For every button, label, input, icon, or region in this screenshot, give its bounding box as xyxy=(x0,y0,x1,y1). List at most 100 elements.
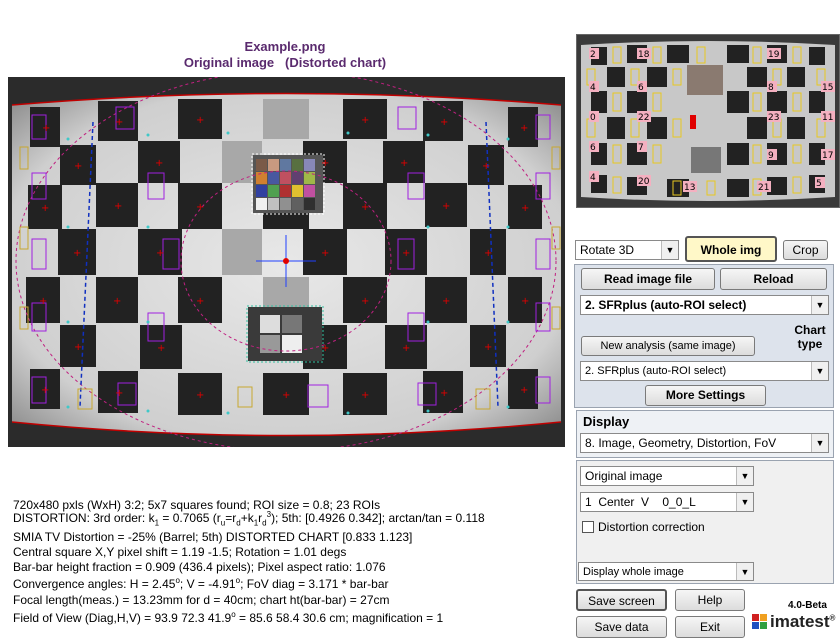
thumb-label: 15 xyxy=(822,83,833,93)
read-image-button[interactable]: Read image file xyxy=(581,268,715,290)
svg-text:+: + xyxy=(39,296,47,307)
results-line-7: Focal length(meas.) = 13.23mm for d = 40… xyxy=(13,593,390,607)
results-line-4: Central square X,Y pixel shift = 1.19 -1… xyxy=(13,545,347,559)
display-select[interactable]: 8. Image, Geometry, Distortion, FoV ▼ xyxy=(580,433,829,453)
thumb-label: 4 xyxy=(590,173,596,183)
svg-text:+: + xyxy=(155,158,163,169)
thumb-label: 11 xyxy=(822,113,833,123)
thumb-label: 8 xyxy=(768,83,774,93)
results-line-2: DISTORTION: 3rd order: k1 = 0.7065 (ru=r… xyxy=(13,510,485,528)
display-select-value: 8. Image, Geometry, Distortion, FoV xyxy=(585,436,777,450)
svg-text:+: + xyxy=(196,296,204,307)
exit-button[interactable]: Exit xyxy=(675,616,745,638)
crop-button[interactable]: Crop xyxy=(783,240,828,260)
center-select[interactable]: 1 Center V 0_0_L ▼ xyxy=(580,492,754,512)
results-line-3: SMIA TV Distortion = -25% (Barrel; 5th) … xyxy=(13,530,413,544)
svg-text:+: + xyxy=(521,296,529,307)
svg-text:+: + xyxy=(41,385,49,396)
svg-text:+: + xyxy=(440,117,448,128)
svg-text:+: + xyxy=(321,248,329,259)
svg-text:+: + xyxy=(442,296,450,307)
chevron-down-icon: ▼ xyxy=(811,434,828,452)
results-line-6: Convergence angles: H = 2.45o; V = -4.91… xyxy=(13,576,389,591)
more-settings-button[interactable]: More Settings xyxy=(645,385,766,406)
results-line-8: Field of View (Diag,H,V) = 93.9 72.3 41.… xyxy=(13,610,444,625)
save-screen-button[interactable]: Save screen xyxy=(576,589,667,611)
image-subtitle: Original image (Distorted chart) xyxy=(183,55,387,70)
help-button[interactable]: Help xyxy=(675,589,745,611)
svg-text:+: + xyxy=(115,117,123,128)
chevron-down-icon: ▼ xyxy=(736,563,753,580)
chevron-down-icon: ▼ xyxy=(736,493,753,511)
thumb-label: 18 xyxy=(638,50,650,60)
thumb-label: 13 xyxy=(684,183,695,193)
registered-mark: ® xyxy=(829,613,836,623)
svg-text:+: + xyxy=(521,203,529,214)
thumb-label: 23 xyxy=(768,113,779,123)
distortion-checkbox-label: Distortion correction xyxy=(598,520,705,534)
display-label: Display xyxy=(583,414,630,429)
thumbnail-svg: 2 18 19 4 6 8 15 0 22 23 11 6 7 9 17 4 2… xyxy=(577,35,839,207)
svg-text:+: + xyxy=(196,390,204,401)
svg-text:+: + xyxy=(361,202,369,213)
new-analysis-button[interactable]: New analysis (same image) xyxy=(581,336,755,356)
svg-text:+: + xyxy=(115,388,123,399)
chevron-down-icon: ▼ xyxy=(661,241,678,259)
thumb-label: 2 xyxy=(590,50,596,60)
thumb-label: 19 xyxy=(768,50,780,60)
thumb-label: 20 xyxy=(638,177,650,187)
svg-text:+: + xyxy=(196,202,204,213)
svg-text:+: + xyxy=(402,248,410,259)
distorted-chart-svg: + + + + + + + + + + + + + + + + + + + + + + + + + + + + + + + + + +… xyxy=(8,77,565,447)
svg-text:+: + xyxy=(361,115,369,126)
chart-type-label: Chart type xyxy=(794,323,826,351)
chevron-down-icon: ▼ xyxy=(811,362,828,380)
svg-text:+: + xyxy=(361,390,369,401)
svg-text:+: + xyxy=(484,342,492,353)
display-mode-select-value: Display whole image xyxy=(583,566,684,578)
svg-text:+: + xyxy=(74,342,82,353)
chevron-down-icon: ▼ xyxy=(811,296,828,314)
image-select-value: Original image xyxy=(585,469,663,483)
results-line-5: Bar-bar height fraction = 0.909 (436.4 p… xyxy=(13,560,386,574)
reload-button[interactable]: Reload xyxy=(720,268,827,290)
svg-text:+: + xyxy=(321,158,329,169)
whole-img-button[interactable]: Whole img xyxy=(685,236,777,262)
color-patch-area xyxy=(251,153,325,215)
svg-text:+: + xyxy=(321,343,329,354)
chart-type-select[interactable]: 2. SFRplus (auto-ROI select) ▼ xyxy=(580,361,829,381)
svg-text:+: + xyxy=(41,203,49,214)
svg-text:+: + xyxy=(282,390,290,401)
svg-text:+: + xyxy=(114,201,122,212)
module-select-value: 2. SFRplus (auto-ROI select) xyxy=(585,298,747,312)
image-select[interactable]: Original image ▼ xyxy=(580,466,754,486)
distortion-checkbox[interactable] xyxy=(582,521,594,533)
center-target xyxy=(246,305,324,363)
svg-text:+: + xyxy=(73,248,81,259)
svg-text:+: + xyxy=(484,248,492,259)
svg-text:+: + xyxy=(402,343,410,354)
module-select[interactable]: 2. SFRplus (auto-ROI select) ▼ xyxy=(580,295,829,315)
rotate-select[interactable]: Rotate 3D ▼ xyxy=(575,240,679,260)
thumb-label: 0 xyxy=(590,113,596,123)
svg-text:+: + xyxy=(157,343,165,354)
main-chart-image[interactable]: + + + + + + + + + + + + + + + + + + + + + + + + + + + + + + + + + +… xyxy=(8,77,565,447)
save-data-button[interactable]: Save data xyxy=(576,616,667,638)
thumb-label: 7 xyxy=(638,143,644,153)
svg-text:+: + xyxy=(42,123,50,134)
svg-text:+: + xyxy=(442,201,450,212)
image-filename: Example.png xyxy=(244,39,326,54)
svg-text:+: + xyxy=(74,161,82,172)
svg-text:+: + xyxy=(520,385,528,396)
center-select-value: 1 Center V 0_0_L xyxy=(585,495,696,509)
brand-label: imatest® xyxy=(770,612,835,632)
svg-text:+: + xyxy=(520,123,528,134)
thumbnail-image[interactable]: 2 18 19 4 6 8 15 0 22 23 11 6 7 9 17 4 2… xyxy=(576,34,840,208)
svg-text:+: + xyxy=(156,248,164,259)
chart-type-select-value: 2. SFRplus (auto-ROI select) xyxy=(585,365,727,377)
svg-text:+: + xyxy=(400,158,408,169)
display-mode-select[interactable]: Display whole image ▼ xyxy=(578,562,754,581)
thumb-label: 6 xyxy=(590,143,596,153)
svg-text:+: + xyxy=(482,161,490,172)
thumb-label: 4 xyxy=(590,83,596,93)
